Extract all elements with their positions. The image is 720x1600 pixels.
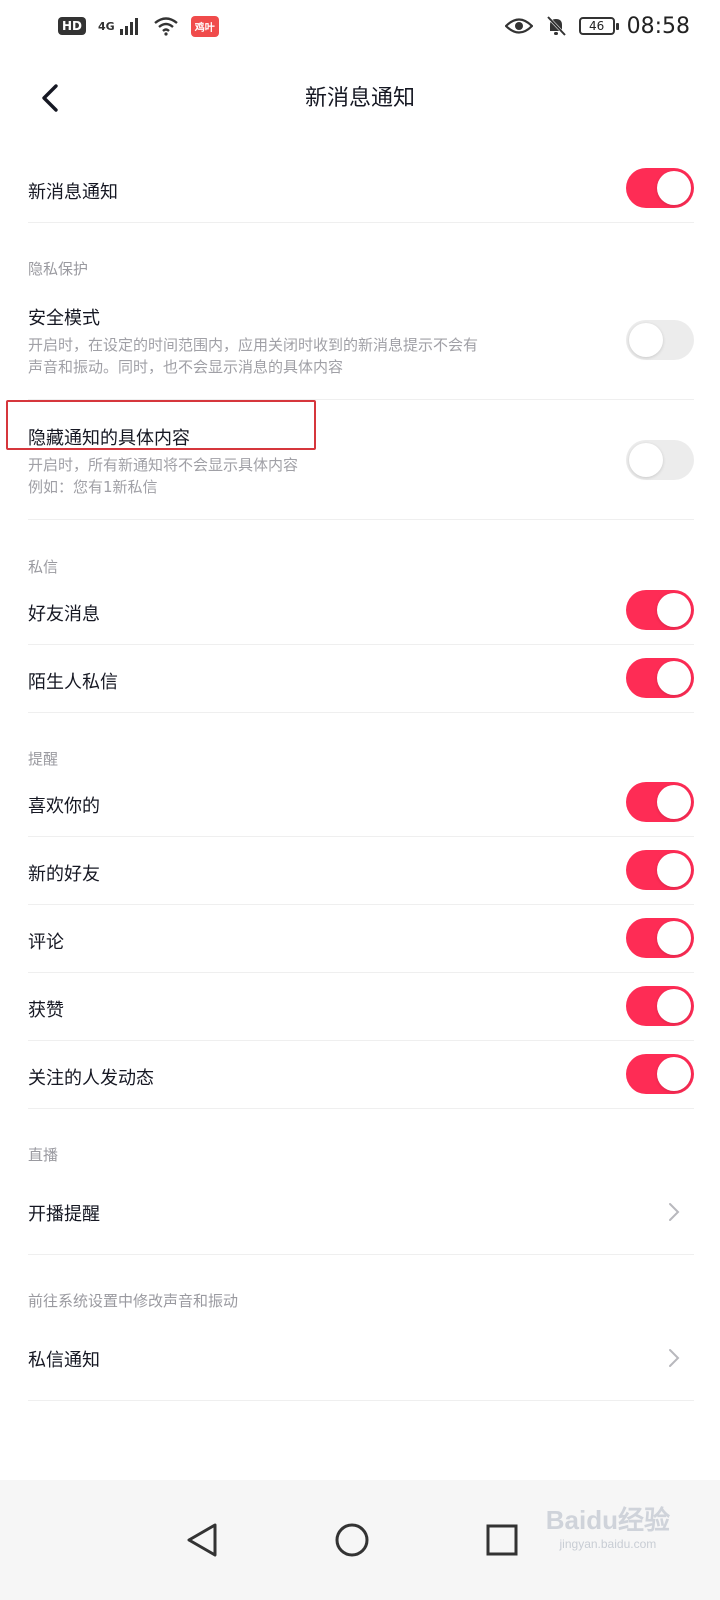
row-label: 陌生人私信 <box>28 672 118 693</box>
row-stranger-messages: 陌生人私信 <box>28 648 694 710</box>
divider <box>28 519 694 520</box>
row-new-message-notification: 新消息通知 <box>28 158 694 220</box>
status-time: 08:58 <box>626 13 690 39</box>
toggle-knob <box>657 989 691 1023</box>
toggle-knob <box>657 921 691 955</box>
section-header-live: 直播 <box>28 1146 59 1164</box>
section-header-system: 前往系统设置中修改声音和振动 <box>28 1292 239 1310</box>
square-recents-icon <box>486 1524 518 1556</box>
row-label: 好友消息 <box>28 604 100 625</box>
watermark-brand: Baidu经验 <box>545 1505 670 1535</box>
stranger-messages-toggle[interactable] <box>626 658 694 698</box>
battery-icon: 46 <box>578 17 619 35</box>
watermark-url: jingyan.baidu.com <box>559 1537 657 1551</box>
section-header-dm: 私信 <box>28 558 59 576</box>
divider <box>28 972 694 973</box>
row-description: 开启时，在设定的时间范围内，应用关闭时收到的新消息提示不会有 声音和振动。同时，… <box>28 334 568 378</box>
divider <box>28 644 694 645</box>
circle-home-icon <box>335 1523 369 1557</box>
row-new-friends: 新的好友 <box>28 840 694 902</box>
toggle-knob <box>657 1057 691 1091</box>
nav-back-button[interactable] <box>172 1510 232 1570</box>
divider <box>28 1254 694 1255</box>
status-bar-right: 46 08:58 <box>504 13 690 39</box>
row-dm-notification[interactable]: 私信通知 <box>28 1326 694 1388</box>
divider <box>28 1108 694 1109</box>
row-following-updates: 关注的人发动态 <box>28 1044 694 1106</box>
row-label: 获赞 <box>28 1000 64 1021</box>
chevron-right-icon <box>669 1349 680 1367</box>
section-header-reminders: 提醒 <box>28 750 59 768</box>
status-bar: HD 4G 鸡叶 46 08:58 <box>0 0 720 52</box>
comments-toggle[interactable] <box>626 918 694 958</box>
hide-notification-content-toggle[interactable] <box>626 440 694 480</box>
toggle-knob <box>629 443 663 477</box>
page-title: 新消息通知 <box>304 86 415 111</box>
divider <box>28 712 694 713</box>
likes-you-toggle[interactable] <box>626 782 694 822</box>
row-label: 评论 <box>28 932 64 953</box>
row-likes-you: 喜欢你的 <box>28 772 694 834</box>
safe-mode-toggle[interactable] <box>626 320 694 360</box>
description-line: 开启时，所有新通知将不会显示具体内容 <box>28 456 299 474</box>
highlight-annotation-box <box>6 400 316 450</box>
divider <box>28 1400 694 1401</box>
eye-icon <box>504 18 533 34</box>
status-bar-left: HD 4G 鸡叶 <box>58 15 219 37</box>
row-label: 私信通知 <box>28 1350 100 1371</box>
row-label: 喜欢你的 <box>28 796 100 817</box>
toggle-knob <box>629 323 663 357</box>
new-friends-toggle[interactable] <box>626 850 694 890</box>
baidu-watermark: Baidu经验 jingyan.baidu.com <box>546 1500 670 1551</box>
row-label: 新消息通知 <box>28 182 118 203</box>
row-comments: 评论 <box>28 908 694 970</box>
description-line: 声音和振动。同时，也不会显示消息的具体内容 <box>28 358 344 376</box>
toggle-knob <box>657 853 691 887</box>
following-updates-toggle[interactable] <box>626 1054 694 1094</box>
nav-home-button[interactable] <box>322 1510 382 1570</box>
toggle-knob <box>657 785 691 819</box>
row-label: 安全模式 <box>28 308 100 329</box>
row-liked: 获赞 <box>28 976 694 1038</box>
row-label: 开播提醒 <box>28 1204 100 1225</box>
row-description: 开启时，所有新通知将不会显示具体内容 例如：您有1新私信 <box>28 454 568 498</box>
divider <box>28 222 694 223</box>
row-label: 新的好友 <box>28 864 100 885</box>
row-friend-messages: 好友消息 <box>28 580 694 642</box>
liked-toggle[interactable] <box>626 986 694 1026</box>
divider <box>28 904 694 905</box>
chevron-right-icon <box>669 1203 680 1221</box>
nav-bar: 新消息通知 <box>0 52 720 142</box>
divider <box>28 1040 694 1041</box>
description-line: 例如：您有1新私信 <box>28 478 158 496</box>
wifi-icon <box>153 17 178 36</box>
description-line: 开启时，在设定的时间范围内，应用关闭时收到的新消息提示不会有 <box>28 336 479 354</box>
toggle-knob <box>657 593 691 627</box>
hd-icon: HD <box>58 17 87 35</box>
app-notification-icon: 鸡叶 <box>190 15 219 37</box>
toggle-knob <box>657 661 691 695</box>
new-message-notification-toggle[interactable] <box>626 168 694 208</box>
mute-bell-icon <box>546 15 566 37</box>
row-label: 关注的人发动态 <box>28 1068 154 1089</box>
signal-icon <box>119 18 138 35</box>
friend-messages-toggle[interactable] <box>626 590 694 630</box>
nav-recents-button[interactable] <box>472 1510 532 1570</box>
triangle-back-icon <box>187 1523 217 1557</box>
row-safe-mode: 安全模式 开启时，在设定的时间范围内，应用关闭时收到的新消息提示不会有 声音和振… <box>28 296 694 396</box>
network-type: 4G <box>98 19 115 33</box>
row-live-start-reminder[interactable]: 开播提醒 <box>28 1180 694 1242</box>
divider <box>28 836 694 837</box>
toggle-knob <box>657 171 691 205</box>
section-header-privacy: 隐私保护 <box>28 260 89 278</box>
